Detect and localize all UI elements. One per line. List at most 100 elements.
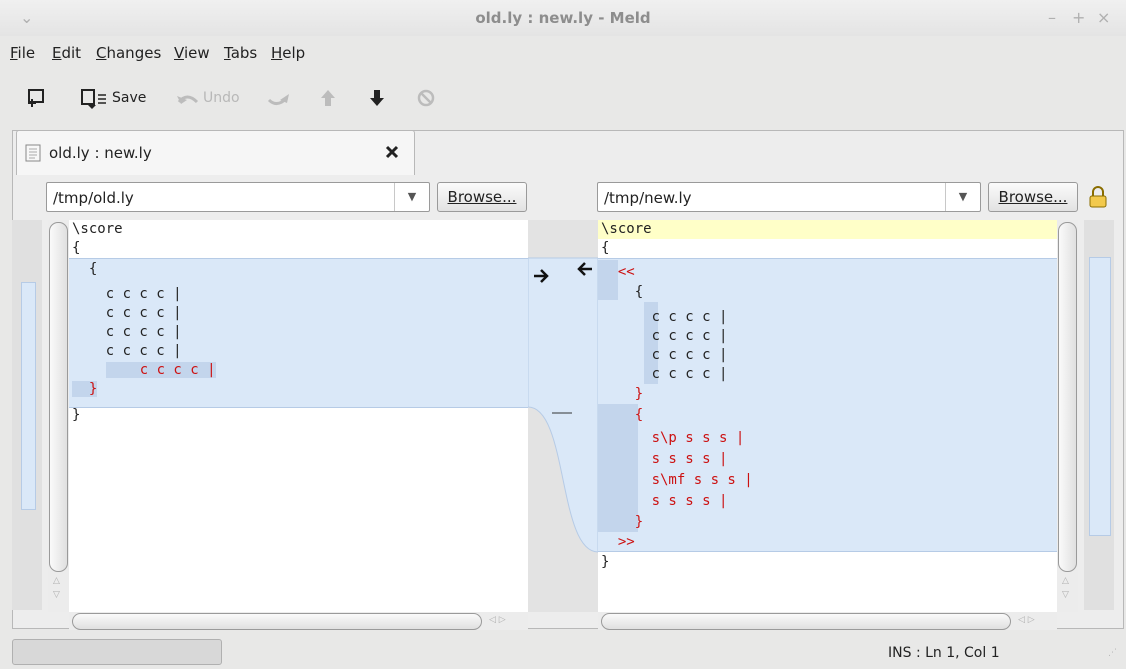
left-browse-button[interactable]: Browse... bbox=[437, 182, 527, 212]
document-icon bbox=[25, 144, 41, 162]
right-file-path: /tmp/new.ly bbox=[604, 189, 692, 207]
save-label: Save bbox=[112, 90, 147, 106]
right-line-9: } bbox=[601, 386, 644, 402]
right-line-1: \score bbox=[601, 221, 652, 237]
right-line-12: s s s s | bbox=[601, 451, 728, 467]
title-bar: ⌄ old.ly : new.ly - Meld – + × bbox=[0, 0, 1126, 36]
right-line-8: c c c c | bbox=[601, 366, 728, 382]
menu-help[interactable]: Help bbox=[271, 44, 305, 62]
menu-file-mnemonic: F bbox=[10, 44, 18, 62]
left-line-9-text: } bbox=[72, 381, 98, 397]
next-change-button[interactable] bbox=[367, 86, 387, 110]
right-line-6: c c c c | bbox=[601, 328, 728, 344]
tab-old-new[interactable]: old.ly : new.ly bbox=[16, 130, 415, 175]
menu-view[interactable]: View bbox=[174, 44, 210, 62]
cursor-position: INS : Ln 1, Col 1 bbox=[888, 645, 1000, 661]
right-dropdown-icon[interactable]: ▼ bbox=[945, 183, 980, 211]
left-horizontal-scrollbar[interactable]: ◁ ▷ bbox=[69, 612, 528, 632]
link-map[interactable] bbox=[528, 220, 598, 612]
new-comparison-button[interactable] bbox=[26, 86, 48, 110]
left-scroll-up-icon[interactable]: △ bbox=[53, 576, 60, 586]
left-file-combo[interactable]: /tmp/old.ly ▼ bbox=[46, 182, 430, 212]
right-line-17: } bbox=[601, 554, 610, 570]
right-overview[interactable] bbox=[1084, 220, 1114, 610]
left-line-10: } bbox=[72, 407, 81, 423]
right-line-13: s\mf s s s | bbox=[601, 472, 753, 488]
left-scroll-down-icon[interactable]: ▽ bbox=[53, 590, 60, 600]
right-line-10: { bbox=[601, 407, 644, 423]
left-line-9: } bbox=[72, 380, 98, 399]
right-line-14: s s s s | bbox=[601, 493, 728, 509]
right-line-7: c c c c | bbox=[601, 347, 728, 363]
menu-edit[interactable]: Edit bbox=[52, 44, 81, 62]
window-title: old.ly : new.ly - Meld bbox=[475, 9, 651, 27]
menu-tabs-label: abs bbox=[230, 44, 258, 62]
progress-area bbox=[12, 639, 222, 665]
close-window-button[interactable]: × bbox=[1097, 8, 1110, 27]
left-dropdown-icon[interactable]: ▼ bbox=[394, 183, 429, 211]
redo-icon bbox=[267, 94, 289, 105]
left-vertical-scrollbar[interactable]: △ ▽ bbox=[48, 220, 69, 612]
status-bar: INS : Ln 1, Col 1 ⋰ bbox=[0, 630, 1126, 669]
right-browse-button[interactable]: Browse... bbox=[988, 182, 1078, 212]
menu-view-mnemonic: V bbox=[174, 44, 184, 62]
left-browse-label: Browse... bbox=[447, 188, 517, 206]
minimize-button[interactable]: – bbox=[1048, 8, 1056, 27]
right-scroll-left-right-icon[interactable]: ◁ ▷ bbox=[1018, 615, 1035, 625]
menu-file-label: ile bbox=[17, 44, 36, 62]
menu-changes[interactable]: Changes bbox=[96, 44, 161, 62]
left-line-7: c c c c | bbox=[72, 343, 182, 359]
arrow-down-icon bbox=[370, 90, 384, 106]
left-line-2: { bbox=[72, 240, 81, 256]
resize-grip-icon[interactable]: ⋰ bbox=[1108, 648, 1117, 658]
save-button[interactable]: Save bbox=[80, 86, 146, 110]
left-line-5: c c c c | bbox=[72, 305, 182, 321]
menu-tabs[interactable]: Tabs bbox=[224, 44, 257, 62]
right-line-15: } bbox=[601, 514, 644, 530]
lock-icon[interactable] bbox=[1088, 186, 1108, 208]
left-overview[interactable] bbox=[12, 220, 42, 610]
right-line-4: { bbox=[601, 284, 644, 300]
right-scroll-up-icon[interactable]: △ bbox=[1062, 576, 1069, 586]
undo-button[interactable]: Undo bbox=[175, 86, 240, 110]
right-line-3: << bbox=[601, 264, 635, 280]
right-file-combo[interactable]: /tmp/new.ly ▼ bbox=[597, 182, 981, 212]
maximize-button[interactable]: + bbox=[1072, 8, 1085, 27]
left-line-3: { bbox=[72, 261, 98, 277]
right-line-16: >> bbox=[601, 534, 635, 550]
menu-help-mnemonic: H bbox=[271, 44, 283, 62]
left-file-path: /tmp/old.ly bbox=[53, 189, 134, 207]
stop-icon bbox=[417, 89, 435, 107]
right-overview-change bbox=[1089, 257, 1111, 536]
left-vertical-thumb[interactable] bbox=[49, 222, 68, 572]
current-line-highlight bbox=[598, 220, 1057, 239]
tab-label: old.ly : new.ly bbox=[49, 144, 152, 162]
left-editor[interactable]: \score { { c c c c | c c c c | c c c c |… bbox=[69, 220, 528, 612]
save-icon bbox=[81, 89, 106, 109]
left-horizontal-thumb[interactable] bbox=[72, 613, 482, 630]
new-comparison-icon bbox=[28, 89, 44, 107]
close-tab-icon[interactable] bbox=[385, 145, 399, 159]
left-line-8: c c c c | bbox=[72, 361, 216, 380]
previous-change-button[interactable] bbox=[318, 86, 338, 110]
undo-icon bbox=[177, 95, 199, 104]
right-vertical-thumb[interactable] bbox=[1058, 222, 1077, 572]
menu-file[interactable]: File bbox=[10, 44, 35, 62]
right-editor[interactable]: \score { << { c c c c | c c c c | c c c … bbox=[598, 220, 1057, 612]
right-line-5: c c c c | bbox=[601, 309, 728, 325]
redo-button[interactable] bbox=[265, 86, 291, 110]
right-vertical-scrollbar[interactable]: △ ▽ bbox=[1057, 220, 1078, 612]
right-horizontal-scrollbar[interactable]: ◁ ▷ bbox=[598, 612, 1057, 632]
stop-button[interactable] bbox=[416, 86, 436, 110]
menu-tabs-mnemonic: T bbox=[224, 44, 231, 62]
left-line-1: \score bbox=[72, 221, 123, 237]
arrow-up-icon bbox=[321, 90, 335, 106]
undo-label: Undo bbox=[203, 90, 240, 106]
right-scroll-down-icon[interactable]: ▽ bbox=[1062, 590, 1069, 600]
left-line-4: c c c c | bbox=[72, 286, 182, 302]
right-line-11: s\p s s s | bbox=[601, 430, 745, 446]
left-line-6: c c c c | bbox=[72, 324, 182, 340]
left-scroll-left-right-icon[interactable]: ◁ ▷ bbox=[489, 615, 506, 625]
menu-edit-label: dit bbox=[61, 44, 82, 62]
right-horizontal-thumb[interactable] bbox=[601, 613, 1011, 630]
